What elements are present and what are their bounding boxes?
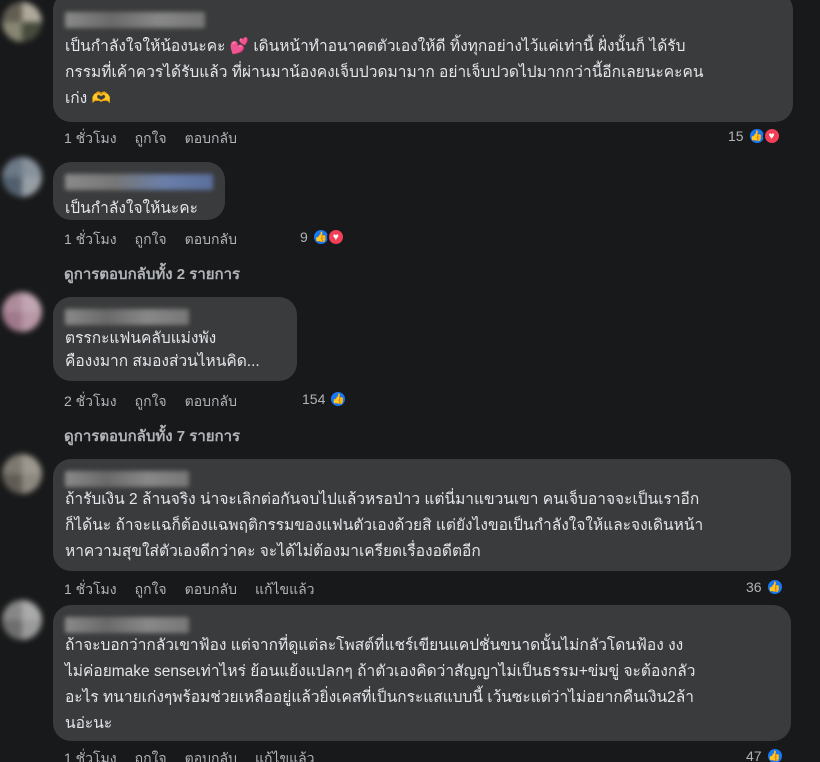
reaction-summary[interactable]: 15 👍 ♥ [728, 127, 781, 145]
reaction-summary[interactable]: 154 👍 [302, 390, 348, 408]
reaction-summary[interactable]: 9 👍 ♥ [300, 228, 345, 246]
reply-link[interactable]: ตอบกลับ [185, 229, 237, 251]
reaction-summary[interactable]: 47 👍 [746, 747, 784, 762]
edited-label[interactable]: แก้ไขแล้ว [255, 579, 315, 601]
comment-actions: 1 ชั่วโมง ถูกใจ ตอบกลับ แก้ไขแล้ว [64, 579, 315, 601]
comment-bubble: ตรรกะแฟนคลับแม่งพัง คืองงมาก สมองส่วนไหน… [53, 297, 297, 381]
avatar[interactable] [2, 292, 42, 332]
comment-text: ถ้ารับเงิน 2 ล้านจริง น่าจะเลิกต่อกันจบไ… [65, 491, 704, 560]
comment-text: ถ้าจะบอกว่ากลัวเขาฟ้อง แต่จากที่ดูแต่ละโ… [65, 637, 696, 732]
commenter-name[interactable] [65, 12, 205, 28]
comment-time[interactable]: 1 ชั่วโมง [64, 229, 117, 251]
reaction-count: 47 [746, 748, 762, 762]
avatar[interactable] [2, 2, 42, 42]
reply-link[interactable]: ตอบกลับ [185, 391, 237, 413]
like-thumb-icon: 👍 [765, 747, 784, 762]
comment-actions: 1 ชั่วโมง ถูกใจ ตอบกลับ [64, 128, 237, 150]
reply-link[interactable]: ตอบกลับ [185, 748, 237, 762]
comment-time[interactable]: 1 ชั่วโมง [64, 128, 117, 150]
comment-time[interactable]: 1 ชั่วโมง [64, 579, 117, 601]
comment-actions: 1 ชั่วโมง ถูกใจ ตอบกลับ แก้ไขแล้ว [64, 748, 315, 762]
reply-link[interactable]: ตอบกลับ [185, 579, 237, 601]
commenter-name[interactable] [65, 309, 189, 325]
like-link[interactable]: ถูกใจ [135, 579, 167, 601]
avatar[interactable] [2, 157, 42, 197]
avatar[interactable] [2, 600, 42, 640]
like-link[interactable]: ถูกใจ [135, 229, 167, 251]
reaction-count: 15 [728, 128, 744, 144]
reaction-count: 36 [746, 579, 762, 595]
reaction-summary[interactable]: 36 👍 [746, 578, 784, 596]
like-thumb-icon: 👍 [329, 390, 348, 408]
comment-text: เป็นกำลังใจให้น้องนะคะ 💕 เดินหน้าทำอนาคต… [65, 38, 704, 107]
reply-link[interactable]: ตอบกลับ [185, 128, 237, 150]
comment-text: ตรรกะแฟนคลับแม่งพัง คืองงมาก สมองส่วนไหน… [65, 330, 260, 370]
love-heart-icon: ♥ [762, 127, 781, 145]
view-replies-link[interactable]: ดูการตอบกลับทั้ง 7 รายการ [64, 424, 240, 448]
edited-label[interactable]: แก้ไขแล้ว [255, 748, 315, 762]
reaction-count: 9 [300, 229, 308, 245]
view-replies-link[interactable]: ดูการตอบกลับทั้ง 2 รายการ [64, 262, 240, 286]
comment-time[interactable]: 2 ชั่วโมง [64, 391, 117, 413]
reaction-count: 154 [302, 391, 326, 407]
commenter-name[interactable] [65, 174, 213, 190]
comment-time[interactable]: 1 ชั่วโมง [64, 748, 117, 762]
commenter-name[interactable] [65, 617, 189, 633]
like-link[interactable]: ถูกใจ [135, 391, 167, 413]
commenter-name[interactable] [65, 471, 189, 487]
love-heart-icon: ♥ [326, 228, 345, 246]
like-link[interactable]: ถูกใจ [135, 128, 167, 150]
comment-actions: 2 ชั่วโมง ถูกใจ ตอบกลับ [64, 391, 237, 413]
comment-text: เป็นกำลังใจให้นะคะ [65, 200, 198, 217]
like-thumb-icon: 👍 [765, 578, 784, 596]
like-link[interactable]: ถูกใจ [135, 748, 167, 762]
comment-bubble: เป็นกำลังใจให้น้องนะคะ 💕 เดินหน้าทำอนาคต… [53, 0, 793, 122]
comment-bubble: เป็นกำลังใจให้นะคะ [53, 162, 225, 220]
comment-bubble: ถ้ารับเงิน 2 ล้านจริง น่าจะเลิกต่อกันจบไ… [53, 459, 791, 571]
avatar[interactable] [2, 454, 42, 494]
comment-actions: 1 ชั่วโมง ถูกใจ ตอบกลับ [64, 229, 237, 251]
comment-bubble: ถ้าจะบอกว่ากลัวเขาฟ้อง แต่จากที่ดูแต่ละโ… [53, 605, 791, 741]
